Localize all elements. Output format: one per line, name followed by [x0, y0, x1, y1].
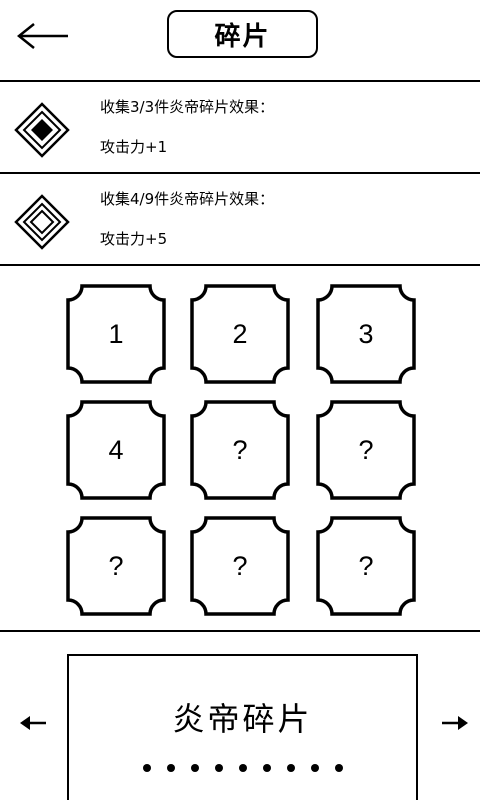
effect-value: 攻击力+5: [100, 230, 168, 248]
page-dot: [286, 764, 295, 772]
effect-row: 收集3/3件炎帝碎片效果： 攻击力+1: [0, 84, 480, 172]
arrow-left-small-icon: [20, 716, 46, 730]
fragment-label: ?: [232, 434, 248, 465]
page-dot: [238, 764, 247, 772]
fragment-slot[interactable]: 1: [66, 284, 166, 384]
fragment-label: ?: [232, 550, 248, 581]
fragment-grid: 1 2 3 4 ? ? ? ? ?: [0, 266, 480, 630]
fragment-label: ?: [358, 434, 374, 465]
fragment-label: 2: [232, 318, 248, 349]
next-set-button[interactable]: [438, 710, 472, 736]
page-dot: [190, 764, 199, 772]
effect-title: 收集4/9件炎帝碎片效果：: [100, 190, 275, 208]
page-dot: [262, 764, 271, 772]
fragment-slot[interactable]: ?: [316, 400, 416, 500]
divider: [0, 80, 480, 82]
fragment-slot[interactable]: 4: [66, 400, 166, 500]
fragment-label: 3: [358, 318, 374, 349]
fragment-label: 4: [108, 434, 124, 465]
effect-title: 收集3/3件炎帝碎片效果：: [100, 98, 275, 116]
set-title: 炎帝碎片: [172, 700, 313, 738]
fragment-slot[interactable]: ?: [190, 516, 290, 616]
effect-value: 攻击力+1: [100, 138, 168, 156]
page-indicator: [69, 764, 416, 772]
fragment-label: 1: [108, 318, 124, 349]
fragment-set-card[interactable]: 炎帝碎片: [67, 654, 418, 800]
arrow-left-icon: [16, 23, 68, 49]
back-button[interactable]: [14, 18, 74, 54]
fragment-slot[interactable]: 2: [190, 284, 290, 384]
fragment-slot[interactable]: ?: [190, 400, 290, 500]
fragment-label: ?: [108, 550, 124, 581]
prev-set-button[interactable]: [16, 710, 50, 736]
diamond-outline-icon: [14, 194, 70, 250]
arrow-right-small-icon: [442, 716, 468, 730]
fragment-slot[interactable]: ?: [316, 516, 416, 616]
diamond-filled-icon: [14, 102, 70, 158]
fragment-slot[interactable]: ?: [66, 516, 166, 616]
fragment-slot[interactable]: 3: [316, 284, 416, 384]
page-title: 碎片: [167, 10, 318, 58]
page-dot: [166, 764, 175, 772]
fragment-label: ?: [358, 550, 374, 581]
header: 碎片: [0, 0, 480, 80]
page-dot: [214, 764, 223, 772]
page-dot: [310, 764, 319, 772]
set-selector: 炎帝碎片: [0, 632, 480, 800]
page-dot: [142, 764, 151, 772]
divider: [0, 172, 480, 174]
page-dot: [334, 764, 343, 772]
effect-row: 收集4/9件炎帝碎片效果： 攻击力+5: [0, 176, 480, 264]
